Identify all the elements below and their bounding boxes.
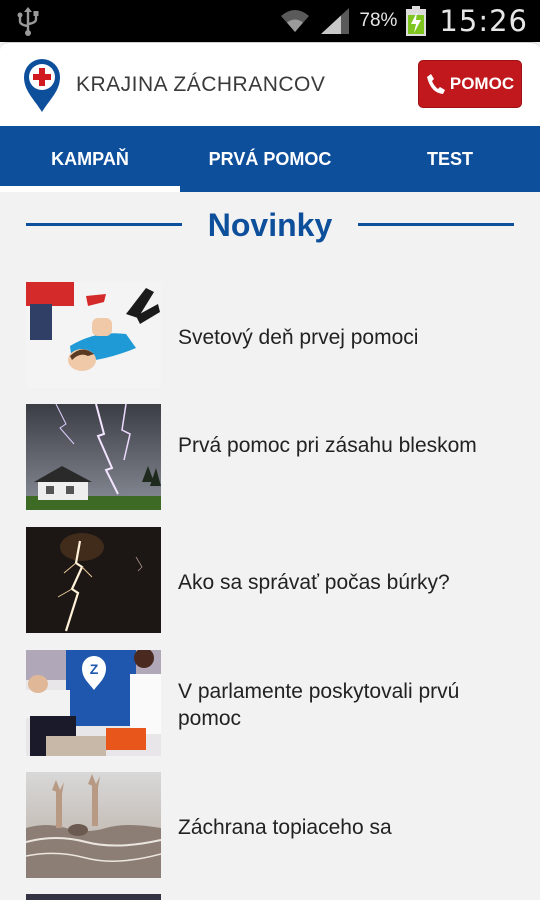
news-thumbnail	[26, 404, 161, 510]
cpr-illustration-image	[26, 282, 161, 388]
news-item-partial[interactable]	[0, 894, 540, 900]
tab-label: KAMPAŇ	[51, 148, 129, 169]
tab-prva-pomoc[interactable]: PRVÁ POMOC	[180, 126, 360, 192]
lightning-house-image	[26, 404, 161, 510]
phone-icon	[426, 74, 445, 94]
status-bar: 78% 15:26	[0, 0, 540, 42]
lightning-night-image	[26, 527, 161, 633]
news-title: V parlamente poskytovali prvú pomoc	[178, 680, 460, 730]
news-item[interactable]: Ako sa správať počas búrky?	[0, 527, 540, 637]
tab-label: PRVÁ POMOC	[208, 148, 332, 169]
tab-test[interactable]: TEST	[360, 126, 540, 192]
news-thumbnail	[26, 772, 161, 878]
news-item[interactable]: Svetový deň prvej pomoci	[0, 282, 540, 392]
signal-icon	[321, 8, 350, 34]
news-title: Záchrana topiaceho sa	[178, 816, 392, 839]
usb-icon	[17, 7, 39, 36]
help-call-button[interactable]: POMOC	[418, 60, 522, 108]
svg-text:Z: Z	[90, 661, 99, 677]
tab-label: TEST	[426, 148, 473, 169]
news-title: Svetový deň prvej pomoci	[178, 326, 419, 349]
battery-charging-icon	[406, 6, 427, 36]
help-button-label: POMOC	[449, 74, 515, 93]
news-thumbnail: Z	[26, 650, 161, 756]
divider	[358, 223, 514, 226]
app-title: KRAJINA ZÁCHRANCOV	[76, 73, 326, 96]
tab-bar: KAMPAŇ PRVÁ POMOC TEST	[0, 126, 540, 192]
news-thumbnail	[26, 894, 161, 900]
news-title: Prvá pomoc pri zásahu bleskom	[178, 434, 477, 457]
app-logo-icon	[24, 59, 60, 112]
battery-percent: 78%	[359, 10, 398, 31]
parliament-first-aid-image: Z	[26, 650, 161, 756]
news-item[interactable]: Prvá pomoc pri zásahu bleskom	[0, 404, 540, 514]
news-thumbnail	[26, 282, 161, 388]
tab-kampan[interactable]: KAMPAŇ	[0, 126, 180, 192]
wifi-icon	[281, 10, 310, 32]
app-bar: KRAJINA ZÁCHRANCOV POMOC	[0, 42, 540, 126]
news-item[interactable]: Záchrana topiaceho sa	[0, 772, 540, 882]
news-title: Ako sa správať počas búrky?	[178, 571, 450, 594]
news-item[interactable]: Z V parlamente poskytovali prvú pomoc	[0, 650, 540, 760]
drowning-hand-image	[26, 772, 161, 878]
section-header: Novinky	[0, 200, 540, 250]
news-thumbnail	[26, 527, 161, 633]
clock: 15:26	[439, 4, 528, 38]
